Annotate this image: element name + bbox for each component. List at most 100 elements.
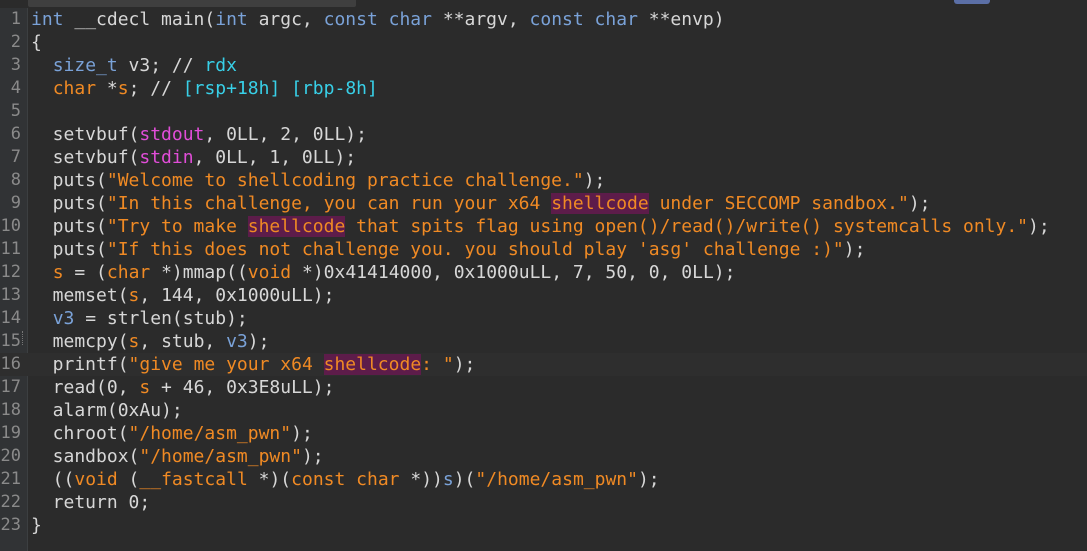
code-token: * <box>96 78 118 99</box>
code-line[interactable]: 10 puts("Try to make shellcode that spit… <box>0 215 1087 238</box>
code-line[interactable]: 2{ <box>0 31 1087 54</box>
code-line[interactable]: 7 setvbuf(stdin, 0LL, 1, 0LL); <box>0 146 1087 169</box>
code-token: *)0x41414000, 0x1000uLL, 7, 50, 0, 0LL); <box>291 262 736 283</box>
code-token: *)) <box>399 469 443 490</box>
code-token: ); <box>301 446 324 467</box>
code-token: "/home/asm_pwn" <box>139 446 302 467</box>
code-token: , stub, <box>139 331 227 352</box>
code-token: , 0LL, 2, 0LL); <box>204 124 367 145</box>
code-line[interactable]: 1 int __cdecl main(int argc, const char *… <box>0 8 1087 31</box>
code-token: return 0; <box>31 492 151 513</box>
code-text: char *s; // [rsp+18h] [rbp-8h] <box>31 77 378 100</box>
code-line[interactable]: 13 memset(s, 144, 0x1000uLL); <box>0 284 1087 307</box>
code-line[interactable]: 5 <box>0 100 1087 123</box>
top-scroll-bar[interactable] <box>0 0 1087 8</box>
line-number: 23 <box>0 515 21 535</box>
code-token: memcpy( <box>31 331 129 352</box>
code-token: , 0LL, 1, 0LL); <box>193 147 357 168</box>
code-token: alarm(0xAu); <box>31 400 183 421</box>
code-line[interactable]: 19 chroot("/home/asm_pwn"); <box>0 422 1087 445</box>
code-token: const char <box>323 9 432 30</box>
line-number: 2 <box>10 32 21 52</box>
pseudocode-editor[interactable]: 1 int __cdecl main(int argc, const char *… <box>0 8 1087 551</box>
code-token: "/home/asm_pwn" <box>475 469 638 490</box>
code-token: ); <box>247 331 270 352</box>
code-line[interactable]: 21 ((void (__fastcall *)(const char *))s… <box>0 468 1087 491</box>
code-text: s = (char *)mmap((void *)0x41414000, 0x1… <box>31 261 736 284</box>
code-text: alarm(0xAu); <box>31 399 183 422</box>
code-token: ); <box>843 239 866 260</box>
code-line[interactable]: 9 puts("In this challenge, you can run y… <box>0 192 1087 215</box>
code-line[interactable]: 16 printf("give me your x64 shellcode: "… <box>0 353 1087 376</box>
code-token: **argv, <box>431 9 530 30</box>
code-token: [rsp+18h] [rbp-8h] <box>182 78 378 99</box>
code-line[interactable]: 8 puts("Welcome to shellcoding practice … <box>0 169 1087 192</box>
search-highlight: shellcode <box>247 216 346 237</box>
line-number: 7 <box>10 147 21 167</box>
code-token: + 46, 0x3E8uLL); <box>150 377 335 398</box>
code-line[interactable]: 18 alarm(0xAu); <box>0 399 1087 422</box>
code-text: } <box>31 514 42 537</box>
line-number: 19 <box>0 423 21 443</box>
code-text: read(0, s + 46, 0x3E8uLL); <box>31 376 335 399</box>
code-text: setvbuf(stdout, 0LL, 2, 0LL); <box>31 123 367 146</box>
code-token: *)mmap(( <box>150 262 248 283</box>
code-text: chroot("/home/asm_pwn"); <box>31 422 313 445</box>
code-text: puts("Welcome to shellcoding practice ch… <box>31 169 606 192</box>
code-text: puts("In this challenge, you can run you… <box>31 192 931 215</box>
line-number: 15 <box>0 331 21 351</box>
code-token: (( <box>31 469 75 490</box>
code-token: ); <box>637 469 660 490</box>
search-highlight: shellcode <box>323 354 422 375</box>
code-token: int <box>215 9 248 30</box>
code-text: printf("give me your x64 shellcode: "); <box>31 353 475 376</box>
code-token: "Welcome to shellcoding practice challen… <box>106 170 584 191</box>
line-number: 10 <box>0 216 21 236</box>
code-token: *)( <box>247 469 292 490</box>
code-line[interactable]: 6 setvbuf(stdout, 0LL, 2, 0LL); <box>0 123 1087 146</box>
code-token: sandbox( <box>31 446 140 467</box>
code-token: v3 <box>52 308 75 329</box>
code-token: void <box>74 469 118 490</box>
code-token: under SECCOMP sandbox." <box>648 193 909 214</box>
code-line[interactable]: 15 memcpy(s, stub, v3); <box>0 330 1087 353</box>
search-highlight: shellcode <box>551 193 649 214</box>
line-number: 18 <box>0 400 21 420</box>
code-line[interactable]: 14 v3 = strlen(stub); <box>0 307 1087 330</box>
code-token: size_t <box>52 55 118 76</box>
code-token: , 144, 0x1000uLL); <box>139 285 335 306</box>
code-token: puts( <box>31 170 107 191</box>
code-line[interactable]: 17 read(0, s + 46, 0x3E8uLL); <box>0 376 1087 399</box>
line-number: 5 <box>10 101 21 121</box>
code-token: void <box>247 262 292 283</box>
code-token: const char <box>291 469 400 490</box>
line-number: 14 <box>0 308 21 328</box>
line-number: 4 <box>10 78 21 98</box>
code-token: ); <box>291 423 313 444</box>
horizontal-scrollbar-thumb[interactable] <box>28 0 356 7</box>
code-token: setvbuf( <box>31 147 140 168</box>
code-line[interactable]: 4 char *s; // [rsp+18h] [rbp-8h] <box>0 77 1087 100</box>
code-line[interactable]: 22 return 0; <box>0 491 1087 514</box>
code-token: ); <box>583 170 606 191</box>
code-text: v3 = strlen(stub); <box>31 307 248 330</box>
code-token: s <box>52 262 64 283</box>
line-number: 1 <box>10 9 21 29</box>
code-line[interactable]: 23} <box>0 514 1087 537</box>
code-token: = ( <box>63 262 107 283</box>
code-line[interactable]: 20 sandbox("/home/asm_pwn"); <box>0 445 1087 468</box>
code-text: { <box>31 31 42 54</box>
code-text: memcpy(s, stub, v3); <box>31 330 270 353</box>
code-token: } <box>31 515 42 536</box>
code-text: return 0; <box>31 491 151 514</box>
code-line[interactable]: 3 size_t v3; // rdx <box>0 54 1087 77</box>
code-token: puts( <box>31 216 107 237</box>
code-text: setvbuf(stdin, 0LL, 1, 0LL); <box>31 146 356 169</box>
code-token: memset( <box>31 285 129 306</box>
code-token: printf( <box>31 354 129 375</box>
code-token: **envp) <box>637 9 725 30</box>
code-line[interactable]: 12 s = (char *)mmap((void *)0x41414000, … <box>0 261 1087 284</box>
scroll-marker <box>954 0 990 4</box>
code-line[interactable]: 11 puts("If this does not challenge you.… <box>0 238 1087 261</box>
